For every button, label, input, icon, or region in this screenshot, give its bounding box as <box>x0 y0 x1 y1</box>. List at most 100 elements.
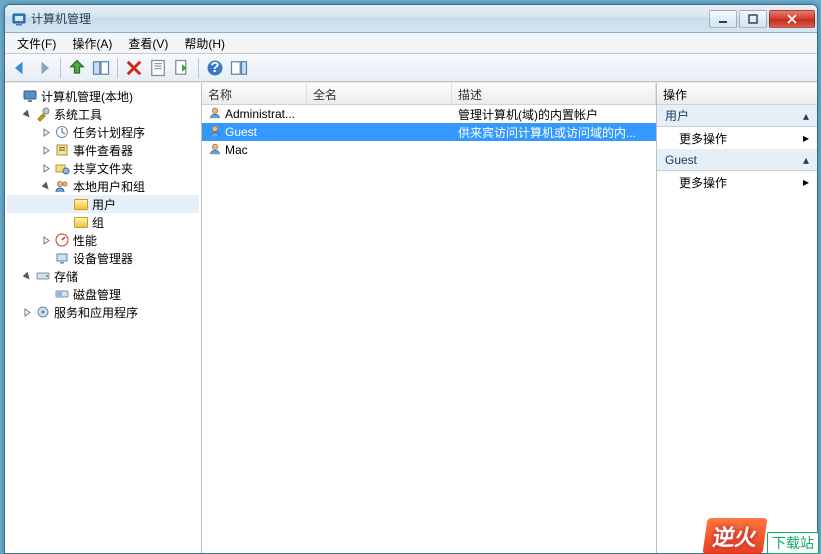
tree-services-apps[interactable]: 服务和应用程序 <box>7 303 199 321</box>
actions-pane: 操作 用户 ▴ 更多操作 ▸ Guest▴ 更多操作 ▸ <box>657 83 817 553</box>
tree-label: 设备管理器 <box>73 250 133 267</box>
separator-icon <box>198 58 199 78</box>
tree-storage[interactable]: 存储 <box>7 267 199 285</box>
tree-event-viewer[interactable]: 事件查看器 <box>7 141 199 159</box>
list-row[interactable]: Guest 供来宾访问计算机或访问域的内... <box>202 123 656 141</box>
actions-header: 操作 <box>657 83 817 105</box>
column-name[interactable]: 名称 <box>202 83 307 104</box>
submenu-arrow-icon: ▸ <box>803 131 809 145</box>
menu-view[interactable]: 查看(V) <box>120 33 176 54</box>
storage-icon <box>35 268 51 284</box>
expander-open-icon[interactable] <box>41 181 52 192</box>
list-row[interactable]: Mac <box>202 141 656 159</box>
users-icon <box>54 178 70 194</box>
tree-label: 计算机管理(本地) <box>41 88 133 105</box>
tree-groups[interactable]: 组 <box>7 213 199 231</box>
user-icon <box>208 106 222 123</box>
computer-icon <box>22 88 38 104</box>
tree-pane[interactable]: 计算机管理(本地) 系统工具 任务计划程序 事件查看器 共享文件夹 <box>5 83 202 553</box>
expander-open-icon[interactable] <box>22 109 33 120</box>
column-description[interactable]: 描述 <box>452 83 656 104</box>
tree-system-tools[interactable]: 系统工具 <box>7 105 199 123</box>
window-title: 计算机管理 <box>31 10 91 27</box>
tree-label: 组 <box>92 214 104 231</box>
titlebar[interactable]: 计算机管理 <box>5 5 817 33</box>
expander-open-icon[interactable] <box>22 271 33 282</box>
expander-icon <box>60 199 71 210</box>
user-icon <box>208 142 222 159</box>
tree-device-manager[interactable]: 设备管理器 <box>7 249 199 267</box>
tools-icon <box>35 106 51 122</box>
delete-button[interactable] <box>123 57 145 79</box>
event-icon <box>54 142 70 158</box>
close-button[interactable] <box>769 10 815 28</box>
list-row[interactable]: Administrat... 管理计算机(域)的内置帐户 <box>202 105 656 123</box>
disk-icon <box>54 286 70 302</box>
separator-icon <box>117 58 118 78</box>
tree-task-scheduler[interactable]: 任务计划程序 <box>7 123 199 141</box>
up-button[interactable] <box>66 57 88 79</box>
cell-name: Administrat... <box>202 106 307 123</box>
tree-performance[interactable]: 性能 <box>7 231 199 249</box>
performance-icon <box>54 232 70 248</box>
expander-icon[interactable] <box>9 91 20 102</box>
services-icon <box>35 304 51 320</box>
expander-closed-icon[interactable] <box>41 145 52 156</box>
list-pane: 名称 全名 描述 Administrat...管理计算机(域)的内置帐户Gues… <box>202 83 657 553</box>
tree-label: 本地用户和组 <box>73 178 145 195</box>
user-name-text: Mac <box>225 143 248 157</box>
expander-closed-icon[interactable] <box>22 307 33 318</box>
list-rows[interactable]: Administrat... 管理计算机(域)的内置帐户 Guest 供来宾访问计算机… <box>202 105 656 553</box>
actions-item[interactable]: 更多操作 ▸ <box>657 127 817 149</box>
user-name-text: Guest <box>225 125 257 139</box>
help-button[interactable]: ? <box>204 57 226 79</box>
tree-label: 磁盘管理 <box>73 286 121 303</box>
actions-item[interactable]: 更多操作 ▸ <box>657 171 817 193</box>
expander-icon <box>60 217 71 228</box>
expander-closed-icon[interactable] <box>41 163 52 174</box>
cell-description: 管理计算机(域)的内置帐户 <box>452 106 656 123</box>
tree-label: 共享文件夹 <box>73 160 133 177</box>
tree-label: 服务和应用程序 <box>54 304 138 321</box>
tree-label: 任务计划程序 <box>73 124 145 141</box>
tree-shared-folders[interactable]: 共享文件夹 <box>7 159 199 177</box>
cell-description: 供来宾访问计算机或访问域的内... <box>452 124 656 141</box>
column-fullname[interactable]: 全名 <box>307 83 452 104</box>
collapse-arrow-icon: ▴ <box>803 109 809 123</box>
client-area: 计算机管理(本地) 系统工具 任务计划程序 事件查看器 共享文件夹 <box>5 82 817 553</box>
tree-label: 存储 <box>54 268 78 285</box>
user-name-text: Administrat... <box>225 107 295 121</box>
action-label: 更多操作 <box>679 174 727 191</box>
expander-closed-icon[interactable] <box>41 235 52 246</box>
cell-name: Guest <box>202 124 307 141</box>
cell-name: Mac <box>202 142 307 159</box>
expander-closed-icon[interactable] <box>41 127 52 138</box>
maximize-button[interactable] <box>739 10 767 28</box>
minimize-button[interactable] <box>709 10 737 28</box>
tree-disk-management[interactable]: 磁盘管理 <box>7 285 199 303</box>
properties-button[interactable] <box>147 57 169 79</box>
svg-text:?: ? <box>210 58 219 75</box>
actions-section-header[interactable]: Guest▴ <box>657 149 817 171</box>
toggle-actions-pane-button[interactable] <box>228 57 250 79</box>
menu-action[interactable]: 操作(A) <box>64 33 120 54</box>
tree-local-users-groups[interactable]: 本地用户和组 <box>7 177 199 195</box>
device-icon <box>54 250 70 266</box>
section-title: 用户 <box>665 107 689 124</box>
actions-section-header[interactable]: 用户 ▴ <box>657 105 817 127</box>
app-icon <box>11 11 27 27</box>
menu-file[interactable]: 文件(F) <box>9 33 64 54</box>
forward-button[interactable] <box>33 57 55 79</box>
export-button[interactable] <box>171 57 193 79</box>
show-hide-tree-button[interactable] <box>90 57 112 79</box>
folder-icon <box>73 214 89 230</box>
tree-users[interactable]: 用户 <box>7 195 199 213</box>
menu-help[interactable]: 帮助(H) <box>176 33 233 54</box>
menubar: 文件(F) 操作(A) 查看(V) 帮助(H) <box>5 33 817 54</box>
submenu-arrow-icon: ▸ <box>803 175 809 189</box>
expander-icon <box>41 253 52 264</box>
back-button[interactable] <box>9 57 31 79</box>
action-label: 更多操作 <box>679 130 727 147</box>
tree-label: 性能 <box>73 232 97 249</box>
tree-root[interactable]: 计算机管理(本地) <box>7 87 199 105</box>
